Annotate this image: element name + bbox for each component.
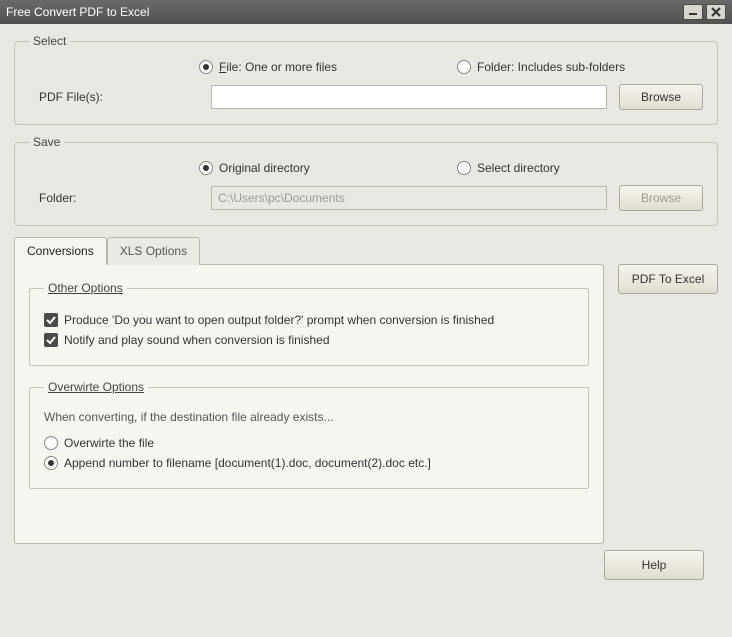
notify-checkbox[interactable]: Notify and play sound when conversion is…: [44, 333, 574, 347]
folder-label: Folder:: [29, 191, 199, 205]
minimize-button[interactable]: [683, 4, 703, 20]
save-group: Save Original directory Select directory…: [14, 135, 718, 226]
radio-icon: [199, 161, 213, 175]
other-options-group: Other Options Produce 'Do you want to op…: [29, 281, 589, 366]
folder-radio-option[interactable]: Folder: Includes sub-folders: [457, 60, 625, 74]
checkbox-checked-icon: [44, 333, 58, 347]
overwrite-file-option[interactable]: Overwirte the file: [44, 436, 574, 450]
radio-icon: [44, 436, 58, 450]
append-number-option[interactable]: Append number to filename [document(1).d…: [44, 456, 574, 470]
folder-input: [211, 186, 607, 210]
radio-icon: [457, 161, 471, 175]
pdf-files-label: PDF File(s):: [29, 90, 199, 104]
select-dir-option[interactable]: Select directory: [457, 161, 560, 175]
pdf-to-excel-button[interactable]: PDF To Excel: [618, 264, 718, 294]
overwrite-legend: Overwirte Options: [44, 380, 148, 394]
tab-xls-options[interactable]: XLS Options: [107, 237, 200, 265]
select-legend: Select: [29, 34, 70, 48]
file-radio-option[interactable]: File: One or more files: [199, 60, 449, 74]
save-legend: Save: [29, 135, 64, 149]
select-group: Select File: One or more files Folder: I…: [14, 34, 718, 125]
close-button[interactable]: [706, 4, 726, 20]
radio-icon: [44, 456, 58, 470]
radio-icon: [457, 60, 471, 74]
other-options-legend: Other Options: [44, 281, 127, 295]
original-dir-option[interactable]: Original directory: [199, 161, 449, 175]
prompt-checkbox[interactable]: Produce 'Do you want to open output fold…: [44, 313, 574, 327]
browse-folder-button: Browse: [619, 185, 703, 211]
overwrite-options-group: Overwirte Options When converting, if th…: [29, 380, 589, 489]
radio-icon: [199, 60, 213, 74]
help-button[interactable]: Help: [604, 550, 704, 580]
pdf-files-input[interactable]: [211, 85, 607, 109]
title-bar: Free Convert PDF to Excel: [0, 0, 732, 24]
overwrite-desc: When converting, if the destination file…: [44, 410, 574, 424]
tab-conversions[interactable]: Conversions: [14, 237, 107, 265]
checkbox-checked-icon: [44, 313, 58, 327]
tab-strip: Conversions XLS Options: [14, 237, 604, 265]
tab-panel-conversions: Other Options Produce 'Do you want to op…: [14, 264, 604, 544]
browse-pdf-button[interactable]: Browse: [619, 84, 703, 110]
window-title: Free Convert PDF to Excel: [6, 5, 680, 19]
